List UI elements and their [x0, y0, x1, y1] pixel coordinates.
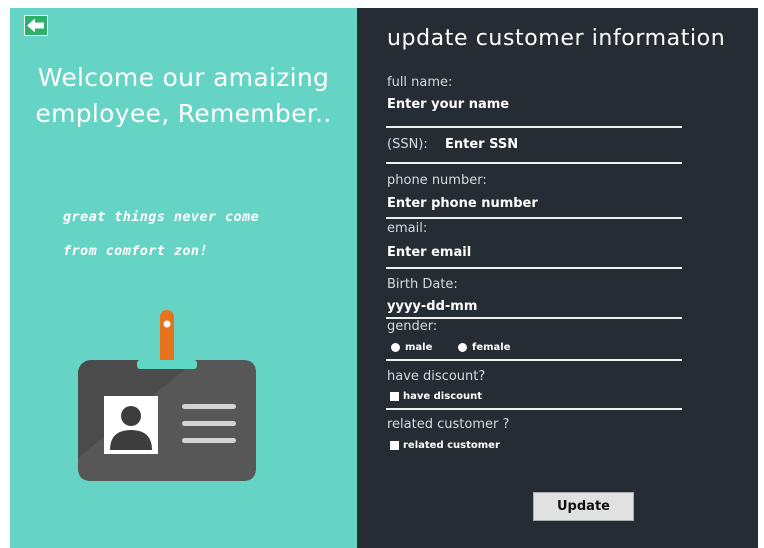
- update-button[interactable]: Update: [533, 492, 634, 521]
- quote-line-1: great things never come: [63, 209, 260, 225]
- gender-male-label: male: [405, 342, 433, 353]
- phone-label: phone number:: [387, 173, 487, 188]
- app-window: Welcome our amaizing employee, Remember.…: [0, 0, 764, 548]
- email-label: email:: [387, 221, 428, 236]
- related-option-label: related customer: [403, 440, 500, 451]
- discount-label: have discount?: [387, 369, 486, 384]
- ssn-label: (SSN):: [387, 137, 428, 152]
- discount-checkbox[interactable]: have discount: [390, 391, 482, 402]
- related-customer-checkbox[interactable]: related customer: [390, 440, 500, 451]
- welcome-panel: Welcome our amaizing employee, Remember.…: [10, 8, 357, 548]
- full-name-input[interactable]: Enter your name: [387, 97, 509, 112]
- back-arrow-icon: [25, 16, 47, 35]
- phone-input[interactable]: Enter phone number: [387, 196, 538, 211]
- motivation-quote: great things never come from comfort zon…: [63, 200, 259, 268]
- email-underline: [386, 267, 682, 269]
- birth-date-label: Birth Date:: [387, 277, 458, 292]
- birth-date-input[interactable]: yyyy-dd-mm: [387, 299, 477, 314]
- related-checkbox-icon: [390, 441, 399, 450]
- radio-male-icon: [391, 343, 400, 352]
- welcome-heading: Welcome our amaizing employee, Remember.…: [10, 60, 357, 132]
- phone-underline: [386, 217, 682, 219]
- customer-form-panel: update customer information full name: E…: [357, 8, 758, 548]
- discount-underline: [386, 408, 682, 410]
- welcome-line-1: Welcome our amaizing: [37, 63, 330, 92]
- ssn-underline: [386, 162, 682, 164]
- full-name-underline: [386, 126, 682, 128]
- gender-underline: [386, 359, 682, 361]
- back-button[interactable]: [24, 15, 48, 36]
- ssn-input[interactable]: Enter SSN: [445, 137, 518, 152]
- gender-label: gender:: [387, 319, 438, 334]
- quote-line-2: from comfort zon!: [63, 243, 208, 259]
- email-input[interactable]: Enter email: [387, 245, 471, 260]
- gender-female-label: female: [472, 342, 511, 353]
- related-customer-label: related customer ?: [387, 417, 510, 432]
- id-badge-icon: [78, 310, 256, 481]
- welcome-line-2: employee, Remember..: [35, 99, 332, 128]
- discount-checkbox-icon: [390, 392, 399, 401]
- discount-option-label: have discount: [403, 391, 483, 402]
- gender-radio-female[interactable]: female: [458, 342, 511, 353]
- radio-female-icon: [458, 343, 467, 352]
- form-title: update customer information: [387, 26, 726, 51]
- full-name-label: full name:: [387, 75, 453, 90]
- gender-radio-male[interactable]: male: [391, 342, 432, 353]
